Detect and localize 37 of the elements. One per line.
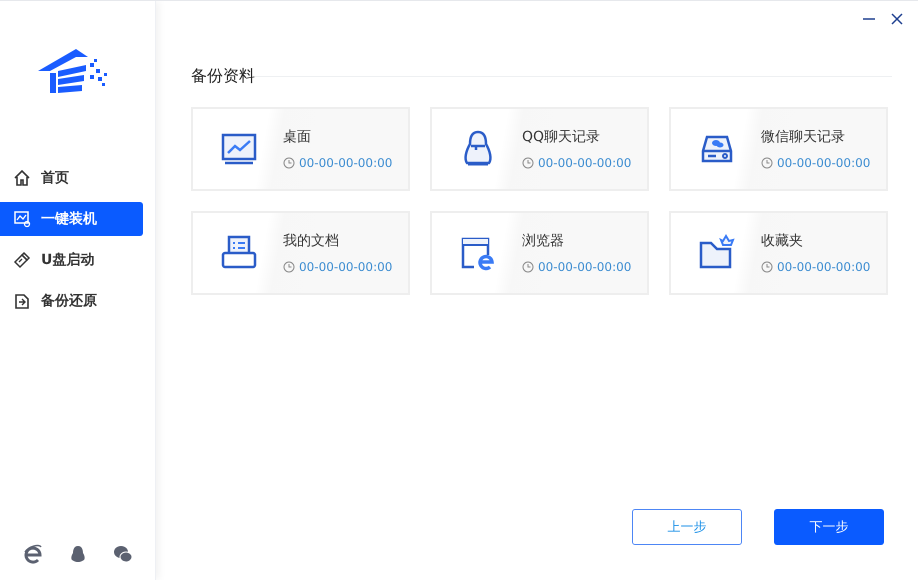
card-title: QQ聊天记录	[522, 128, 602, 146]
nav-item[interactable]: 首页	[0, 161, 143, 195]
timestamp: 00-00-00-00:00	[299, 260, 392, 274]
clock-icon	[283, 261, 295, 273]
backup-card[interactable]: QQ聊天记录 00-00-00-00:00	[430, 107, 649, 191]
card-title: 浏览器	[522, 232, 565, 250]
close-icon[interactable]	[890, 12, 904, 26]
backup-card[interactable]: 我的文档 00-00-00-00:00	[191, 211, 410, 295]
timestamp: 00-00-00-00:00	[538, 260, 632, 274]
backup-card[interactable]: 微信聊天记录 00-00-00-00:00	[669, 107, 888, 191]
clock-icon	[761, 157, 773, 169]
card-title: 桌面	[283, 128, 312, 146]
browser-icon[interactable]	[22, 544, 42, 564]
home-icon	[13, 169, 31, 187]
clock-icon	[283, 157, 295, 169]
clock-icon	[522, 261, 534, 273]
timestamp: 00-00-00-00:00	[777, 156, 870, 170]
timestamp: 00-00-00-00:00	[299, 156, 392, 170]
card-title: 我的文档	[283, 232, 340, 250]
nav-item[interactable]: U盘启动	[0, 243, 143, 277]
timestamp: 00-00-00-00:00	[777, 260, 870, 274]
backup-card[interactable]: 桌面 00-00-00-00:00	[191, 107, 410, 191]
timestamp: 00-00-00-00:00	[538, 156, 632, 170]
backup-card[interactable]: 收藏夹 00-00-00-00:00	[669, 211, 888, 295]
next-button[interactable]: 下一步	[774, 509, 884, 545]
document-icon	[13, 292, 31, 310]
section-title: 备份资料	[191, 66, 255, 87]
card-title: 微信聊天记录	[761, 128, 846, 146]
clock-icon	[761, 261, 773, 273]
card-title: 收藏夹	[761, 232, 804, 250]
chat-bubbles-icon[interactable]	[112, 544, 132, 564]
backup-card[interactable]: 浏览器 00-00-00-00:00	[430, 211, 649, 295]
nav-item[interactable]: 备份还原	[0, 284, 143, 318]
monitor-icon	[13, 210, 31, 228]
usb-drive-icon	[13, 251, 31, 269]
clock-icon	[522, 157, 534, 169]
nav-item[interactable]: 一键装机	[0, 202, 143, 236]
